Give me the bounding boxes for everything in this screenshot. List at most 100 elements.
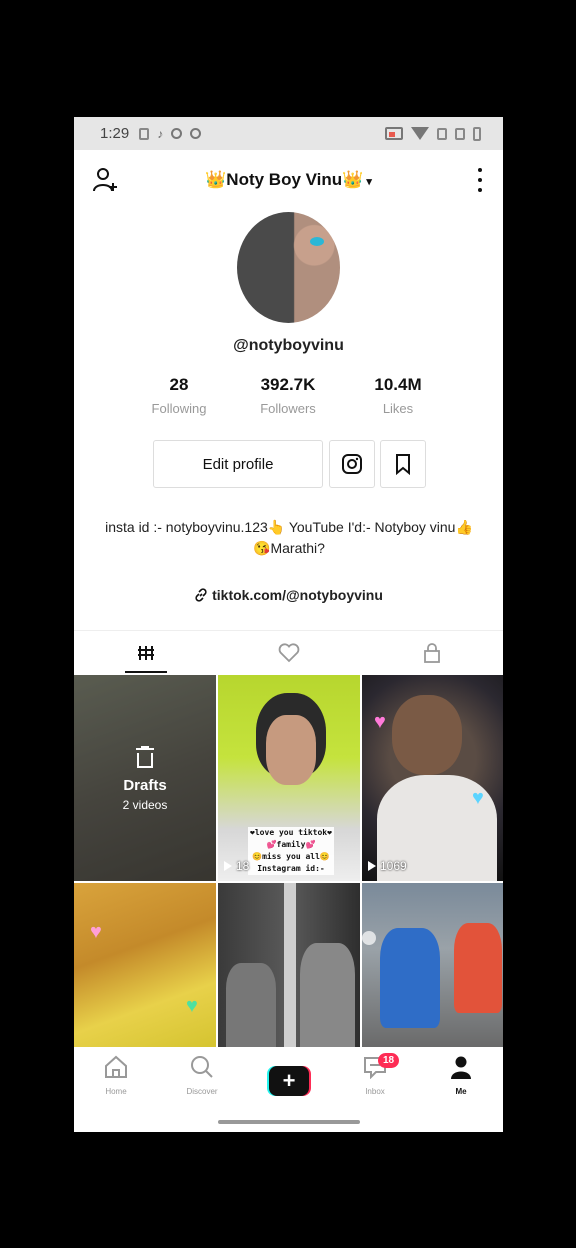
video-tile[interactable] (218, 883, 360, 1047)
stat-followers-value: 392.7K (260, 375, 316, 394)
nav-me[interactable]: Me (426, 1055, 496, 1096)
grid-icon (138, 646, 154, 660)
bio-line-1: insta id :- notyboyvinu.123👆 YouTube I'd… (105, 519, 473, 535)
edit-profile-button[interactable]: Edit profile (153, 440, 323, 488)
bookmark-icon (396, 454, 410, 475)
status-notification-icons: ♪ (139, 126, 202, 141)
signal-icon (437, 127, 447, 140)
stat-likes[interactable]: 10.4M Likes (348, 375, 448, 416)
drafts-icon (136, 745, 154, 768)
battery-icon (473, 126, 481, 141)
caption-line: Instagram id:- (257, 864, 325, 873)
profile-name: 👑Noty Boy Vinu👑 (205, 170, 364, 189)
profile-tabs (74, 630, 503, 675)
search-icon (191, 1056, 213, 1078)
inbox-badge: 18 (378, 1053, 400, 1068)
avatar-eye-detail (310, 237, 324, 246)
stat-following-label: Following (151, 401, 207, 416)
signal-icon-2 (455, 127, 465, 140)
home-indicator[interactable] (218, 1120, 360, 1124)
favorites-button[interactable] (380, 440, 426, 488)
nav-discover[interactable]: Discover (167, 1055, 237, 1096)
heart-sticker-icon: ♥ (374, 711, 386, 733)
nav-discover-label: Discover (186, 1087, 218, 1096)
video-tile[interactable]: ♥ ♥ (74, 883, 216, 1047)
caption-line: 😊miss you all😊 (252, 852, 330, 861)
video-tile[interactable]: ♥ ♥ 1069 (362, 675, 503, 881)
app-notification-icon (190, 128, 202, 139)
video-thumbnail-person (454, 923, 502, 1013)
tiktok-notification-icon: ♪ (157, 126, 164, 141)
video-thumbnail-face (266, 715, 316, 785)
profile-name-dropdown[interactable]: 👑Noty Boy Vinu👑 ▾ (74, 170, 503, 190)
stat-following[interactable]: 28 Following (129, 375, 229, 416)
heart-sticker-icon: ♥ (90, 921, 102, 943)
plus-icon: + (269, 1066, 309, 1096)
nav-home[interactable]: Home (81, 1055, 151, 1096)
status-time: 1:29 (100, 125, 130, 142)
instagram-button[interactable] (329, 440, 375, 488)
cast-icon (385, 127, 403, 140)
heart-sticker-icon: ♥ (472, 787, 484, 809)
nav-home-label: Home (105, 1087, 127, 1096)
heart-sticker-icon: ♥ (186, 995, 198, 1017)
play-icon (224, 861, 232, 871)
drafts-tile[interactable]: Drafts 2 videos (74, 675, 216, 881)
video-thumbnail-person (226, 963, 276, 1047)
record-icon (171, 128, 183, 139)
tab-private[interactable] (417, 641, 447, 665)
link-icon (195, 588, 207, 602)
person-icon (451, 1056, 471, 1079)
nav-inbox[interactable]: Inbox (340, 1055, 410, 1096)
stat-likes-label: Likes (382, 401, 414, 416)
video-thumbnail-person (380, 928, 440, 1028)
status-bar: 1:29 ♪ (74, 117, 503, 150)
profile-bio: insta id :- notyboyvinu.123👆 YouTube I'd… (104, 517, 474, 559)
video-tile[interactable] (362, 883, 503, 1047)
view-count-value: 18 (236, 859, 250, 873)
profile-stats: 28 Following 392.7K Followers 10.4M Like… (74, 375, 503, 425)
touch-indicator (362, 931, 376, 945)
view-count: 18 (224, 859, 249, 873)
video-thumbnail-person (300, 943, 355, 1047)
caption-line: 💕family💕 (266, 840, 316, 849)
heart-icon (278, 643, 300, 663)
profile-link-text: tiktok.com/@notyboyvinu (212, 587, 383, 603)
nav-me-label: Me (455, 1087, 467, 1096)
caption-line: ❤love you tiktok❤ (250, 828, 332, 837)
avatar[interactable] (237, 212, 340, 323)
create-video-button[interactable]: + (267, 1066, 311, 1096)
tab-videos[interactable] (131, 641, 161, 665)
view-count: 1069 (368, 859, 407, 873)
home-icon (105, 1055, 127, 1078)
wifi-icon (411, 127, 429, 140)
drafts-title: Drafts (123, 776, 167, 794)
tab-liked[interactable] (274, 641, 304, 665)
video-thumbnail-face (392, 695, 462, 775)
drafts-count: 2 videos (122, 797, 168, 812)
instagram-icon (342, 454, 362, 474)
stat-likes-value: 10.4M (374, 375, 422, 394)
drafts-overlay: Drafts 2 videos (74, 675, 216, 881)
video-tile[interactable]: ❤love you tiktok❤ 💕family💕 😊miss you all… (218, 675, 360, 881)
profile-header: 👑Noty Boy Vinu👑 ▾ (74, 150, 503, 210)
view-count-value: 1069 (380, 859, 407, 873)
stat-followers-label: Followers (260, 401, 316, 416)
chevron-down-icon: ▾ (366, 176, 372, 188)
status-system-icons (385, 126, 481, 141)
stat-followers[interactable]: 392.7K Followers (238, 375, 338, 416)
profile-handle: @notyboyvinu (233, 337, 344, 354)
play-icon (368, 861, 376, 871)
active-tab-indicator (125, 671, 167, 673)
more-options-icon[interactable] (477, 168, 483, 192)
profile-link[interactable]: tiktok.com/@notyboyvinu (74, 587, 503, 603)
lock-icon (424, 643, 440, 663)
nav-inbox-label: Inbox (365, 1087, 385, 1096)
video-caption: ❤love you tiktok❤ 💕family💕 😊miss you all… (248, 827, 334, 875)
bottom-nav: Home Discover + Inbox 18 Me (74, 1047, 503, 1107)
stat-following-value: 28 (169, 375, 189, 394)
phone-screen: 1:29 ♪ 👑Noty Boy Vinu👑 ▾ @notyboyvinu 28… (74, 117, 503, 1132)
bio-line-2: 😘Marathi? (253, 540, 325, 556)
notification-icon (139, 127, 150, 140)
video-thumbnail-pole (284, 883, 296, 1047)
